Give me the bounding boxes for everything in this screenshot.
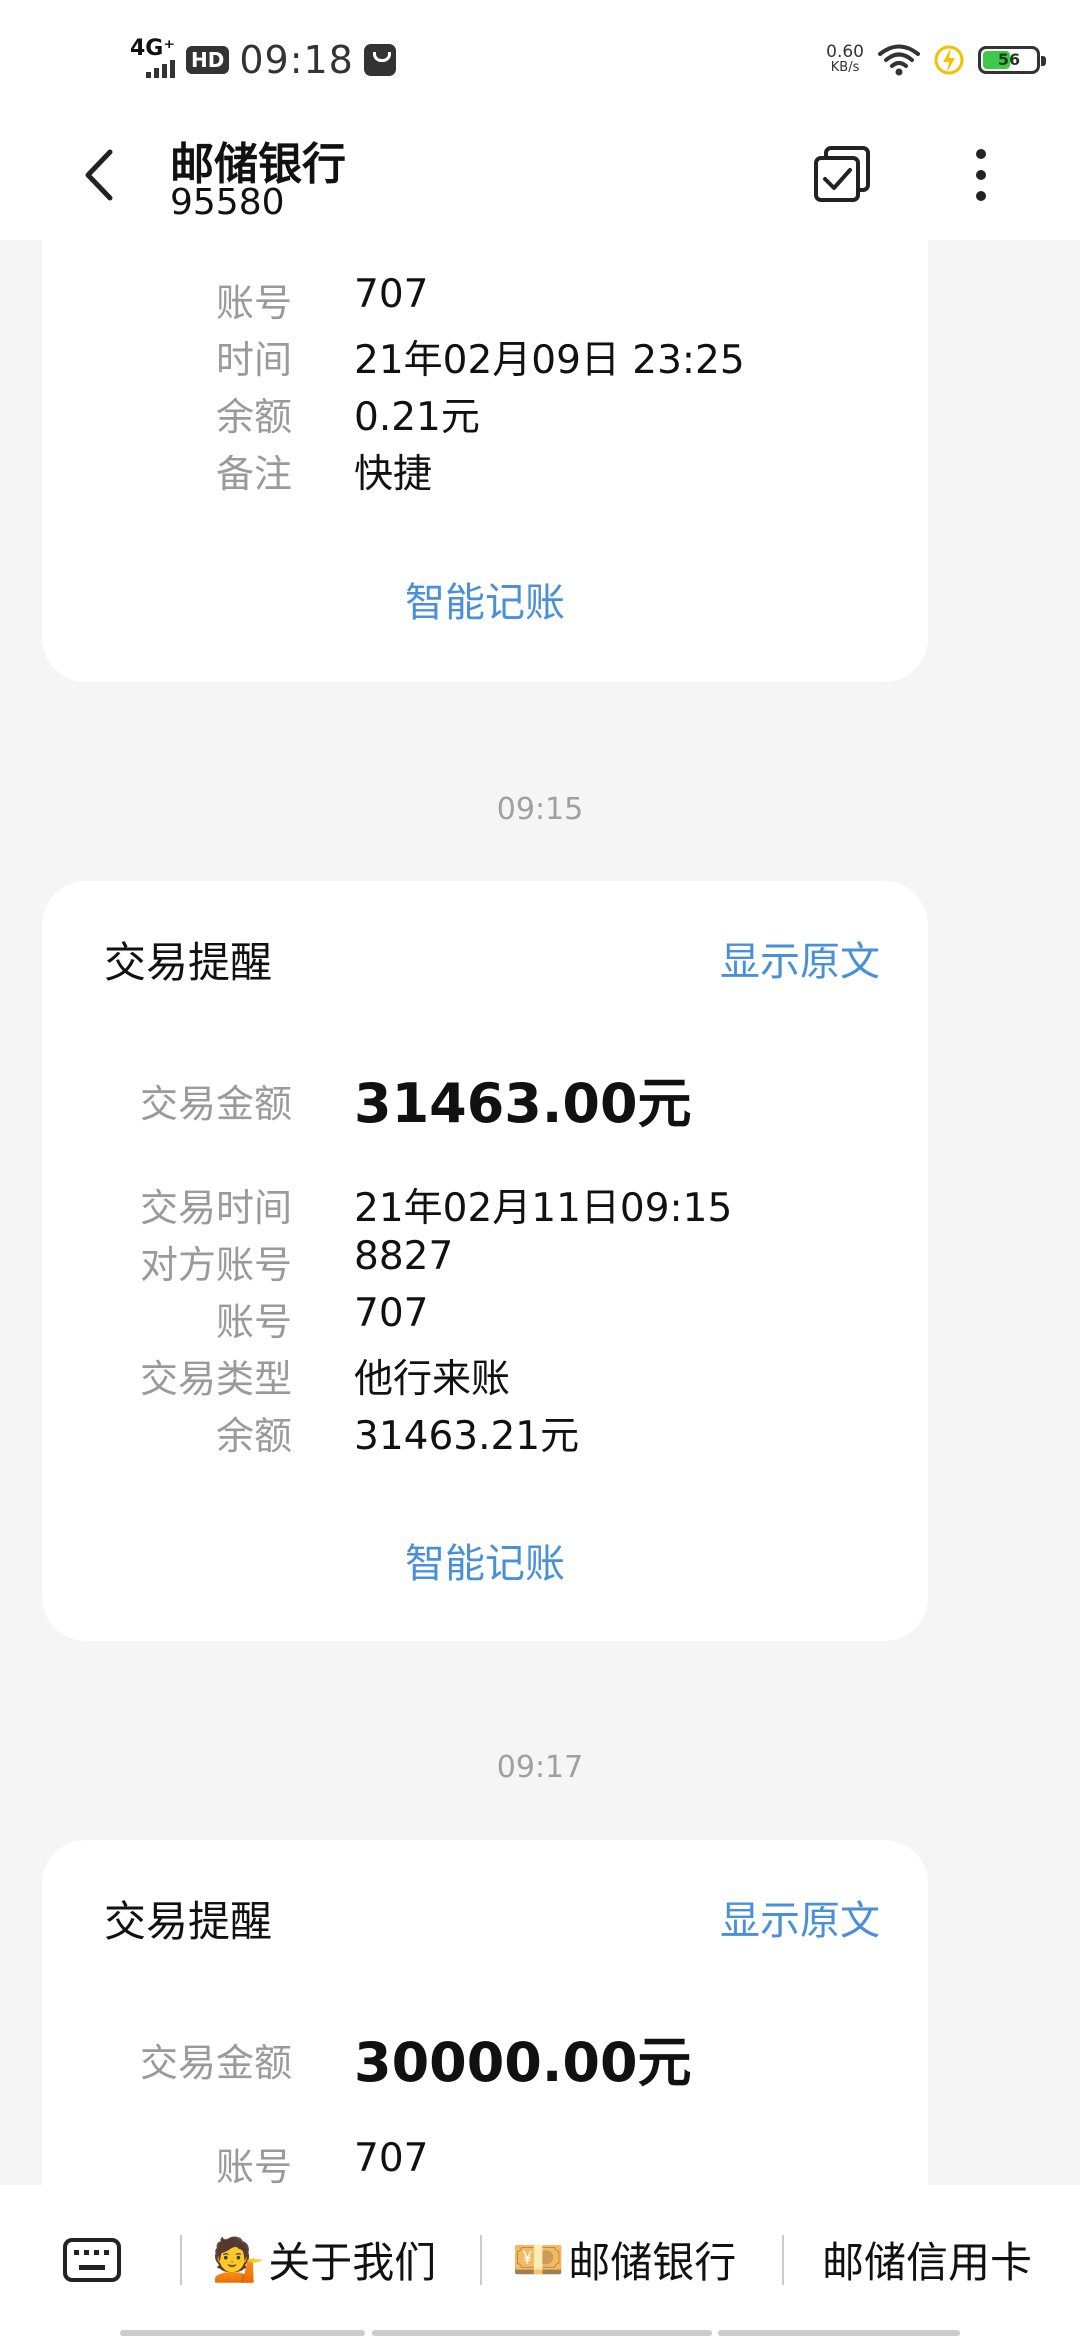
speed-unit: KB/s — [830, 60, 860, 75]
status-bar: 4G⁺ HD 09:18 0.60 KB/s 56 — [0, 0, 1080, 110]
detail-row: 账号 707 — [42, 272, 928, 328]
menu-psbc-credit-card[interactable]: 邮储信用卡 — [822, 2229, 1032, 2290]
conversation-header: 邮储银行 95580 — [0, 110, 1080, 240]
detail-value: 707 — [354, 1291, 429, 1336]
amount-label: 交易金额 — [139, 1082, 292, 1126]
bottom-menu-bar: 💁 关于我们 💴 邮储银行 邮储信用卡 — [0, 2185, 1080, 2340]
detail-label: 余额 — [215, 395, 292, 439]
amount-value: 30000.00元 — [354, 2031, 692, 2094]
detail-label: 账号 — [215, 281, 292, 325]
status-time: 09:18 — [239, 38, 354, 82]
detail-row: 时间 21年02月09日 23:25 — [42, 329, 928, 385]
detail-label: 账号 — [215, 2145, 292, 2185]
menu-psbc[interactable]: 💴 邮储银行 — [512, 2229, 736, 2290]
amount-row: 交易金额 30000.00元 — [42, 2018, 928, 2094]
menu-divider — [480, 2235, 482, 2285]
detail-row: 账号 707 — [42, 1291, 928, 1347]
detail-label: 备注 — [215, 452, 292, 496]
wifi-icon — [878, 44, 920, 76]
detail-value: 707 — [354, 272, 429, 317]
menu-divider — [782, 2235, 784, 2285]
more-options-icon[interactable] — [948, 140, 1018, 210]
back-icon[interactable] — [70, 140, 130, 210]
detail-label: 交易时间 — [139, 1186, 292, 1230]
detail-row: 交易类型 他行来账 — [42, 1348, 928, 1404]
charging-icon — [934, 45, 964, 75]
show-original-link[interactable]: 显示原文 — [720, 1888, 880, 1946]
menu-label: 邮储信用卡 — [822, 2238, 1033, 2287]
detail-value: 8827 — [354, 1234, 454, 1279]
menu-divider — [180, 2235, 182, 2285]
speed-value: 0.60 — [826, 42, 864, 62]
detail-value: 21年02月11日09:15 — [354, 1186, 733, 1231]
smart-bookkeeping-button[interactable]: 智能记账 — [42, 570, 928, 628]
person-tipping-hand-icon: 💁 — [212, 2234, 265, 2284]
detail-label: 余额 — [215, 1414, 292, 1458]
detail-value: 21年02月09日 23:25 — [354, 338, 745, 383]
detail-value: 31463.21元 — [354, 1414, 580, 1459]
detail-label: 时间 — [215, 338, 292, 382]
show-original-link[interactable]: 显示原文 — [720, 929, 880, 987]
card-heading: 交易提醒 — [104, 938, 273, 987]
message-timestamp: 09:17 — [496, 1750, 584, 1785]
network-type: 4G⁺ — [130, 36, 175, 61]
hd-badge: HD — [186, 46, 230, 74]
detail-value: 他行来账 — [354, 1357, 511, 1402]
notification-icon — [363, 44, 396, 76]
amount-value: 31463.00元 — [354, 1072, 692, 1135]
battery-icon: 56 — [978, 46, 1046, 74]
amount-row: 交易金额 31463.00元 — [42, 1059, 928, 1135]
message-list[interactable]: 账号 707 时间 21年02月09日 23:25 余额 0.21元 备注 快捷… — [0, 240, 1080, 2185]
card-heading: 交易提醒 — [104, 1897, 273, 1946]
menu-indicator — [120, 2330, 365, 2336]
detail-label: 交易类型 — [139, 1357, 292, 1401]
detail-row: 备注 快捷 — [42, 443, 928, 499]
message-card: 账号 707 时间 21年02月09日 23:25 余额 0.21元 备注 快捷… — [42, 240, 928, 682]
message-card: 交易提醒 显示原文 交易金额 30000.00元 账号 707 — [42, 1840, 928, 2185]
message-card: 交易提醒 显示原文 交易金额 31463.00元 交易时间 21年02月11日0… — [42, 881, 928, 1641]
detail-row: 对方账号 8827 — [42, 1234, 928, 1290]
menu-about-us[interactable]: 💁 关于我们 — [212, 2229, 436, 2290]
detail-value: 707 — [354, 2136, 429, 2181]
menu-indicator — [718, 2330, 960, 2336]
network-speed: 0.60 KB/s — [826, 44, 864, 76]
detail-row: 交易时间 21年02月11日09:15 — [42, 1177, 928, 1233]
smart-bookkeeping-button[interactable]: 智能记账 — [42, 1531, 928, 1589]
detail-value: 快捷 — [354, 452, 433, 497]
contact-number: 95580 — [170, 182, 285, 223]
banknote-icon: 💴 — [512, 2234, 565, 2284]
menu-indicator — [372, 2330, 712, 2336]
battery-level: 56 — [997, 50, 1021, 69]
message-timestamp: 09:15 — [496, 792, 584, 827]
menu-label: 关于我们 — [268, 2238, 437, 2287]
detail-label: 账号 — [215, 1300, 292, 1344]
detail-row: 余额 31463.21元 — [42, 1405, 928, 1461]
detail-label: 对方账号 — [139, 1243, 292, 1287]
amount-label: 交易金额 — [139, 2041, 292, 2085]
multi-select-icon[interactable] — [808, 140, 878, 210]
cellular-signal-icon: 4G⁺ — [130, 38, 176, 82]
detail-row: 账号 707 — [42, 2136, 928, 2185]
detail-row: 余额 0.21元 — [42, 386, 928, 442]
detail-value: 0.21元 — [354, 395, 480, 440]
keyboard-icon[interactable] — [62, 2237, 122, 2283]
menu-label: 邮储银行 — [568, 2238, 737, 2287]
